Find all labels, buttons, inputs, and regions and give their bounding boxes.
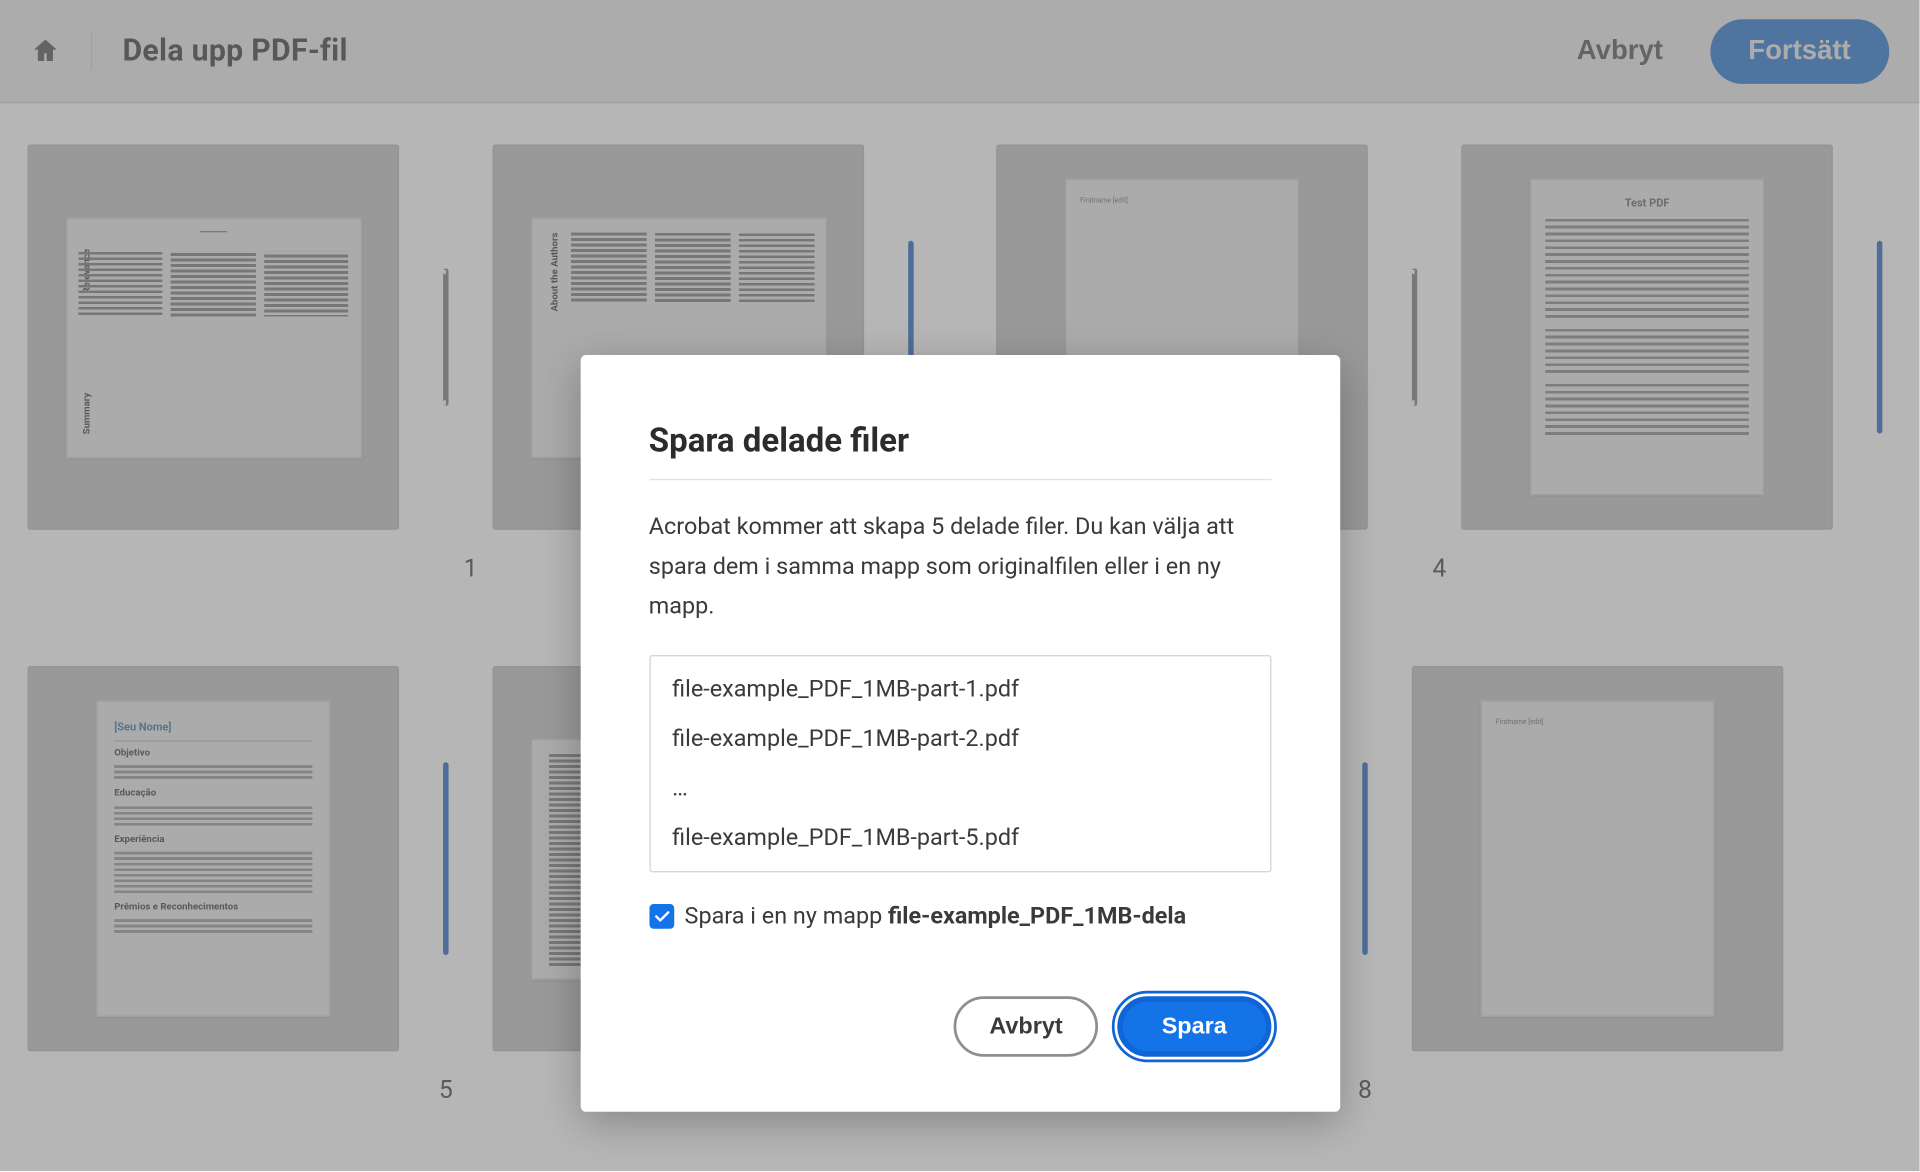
dialog-description: Acrobat kommer att skapa 5 delade filer.… [649, 508, 1271, 627]
folder-name: file-example_PDF_1MB-dela [888, 902, 1186, 930]
list-item: … [672, 774, 1247, 802]
dialog-title: Spara delade filer [649, 421, 1271, 460]
list-item: file-example_PDF_1MB-part-5.pdf [672, 824, 1247, 852]
dialog-cancel-button[interactable]: Avbryt [954, 996, 1099, 1057]
output-file-list: file-example_PDF_1MB-part-1.pdf file-exa… [649, 655, 1271, 872]
save-split-files-dialog: Spara delade filer Acrobat kommer att sk… [580, 355, 1340, 1111]
save-in-folder-checkbox[interactable] [649, 904, 674, 929]
list-item: file-example_PDF_1MB-part-1.pdf [672, 675, 1247, 703]
checkbox-label: Spara i en ny mapp [685, 902, 888, 930]
list-item: file-example_PDF_1MB-part-2.pdf [672, 725, 1247, 753]
check-icon [652, 906, 671, 925]
dialog-save-button[interactable]: Spara [1118, 996, 1271, 1057]
dialog-divider [649, 479, 1271, 480]
